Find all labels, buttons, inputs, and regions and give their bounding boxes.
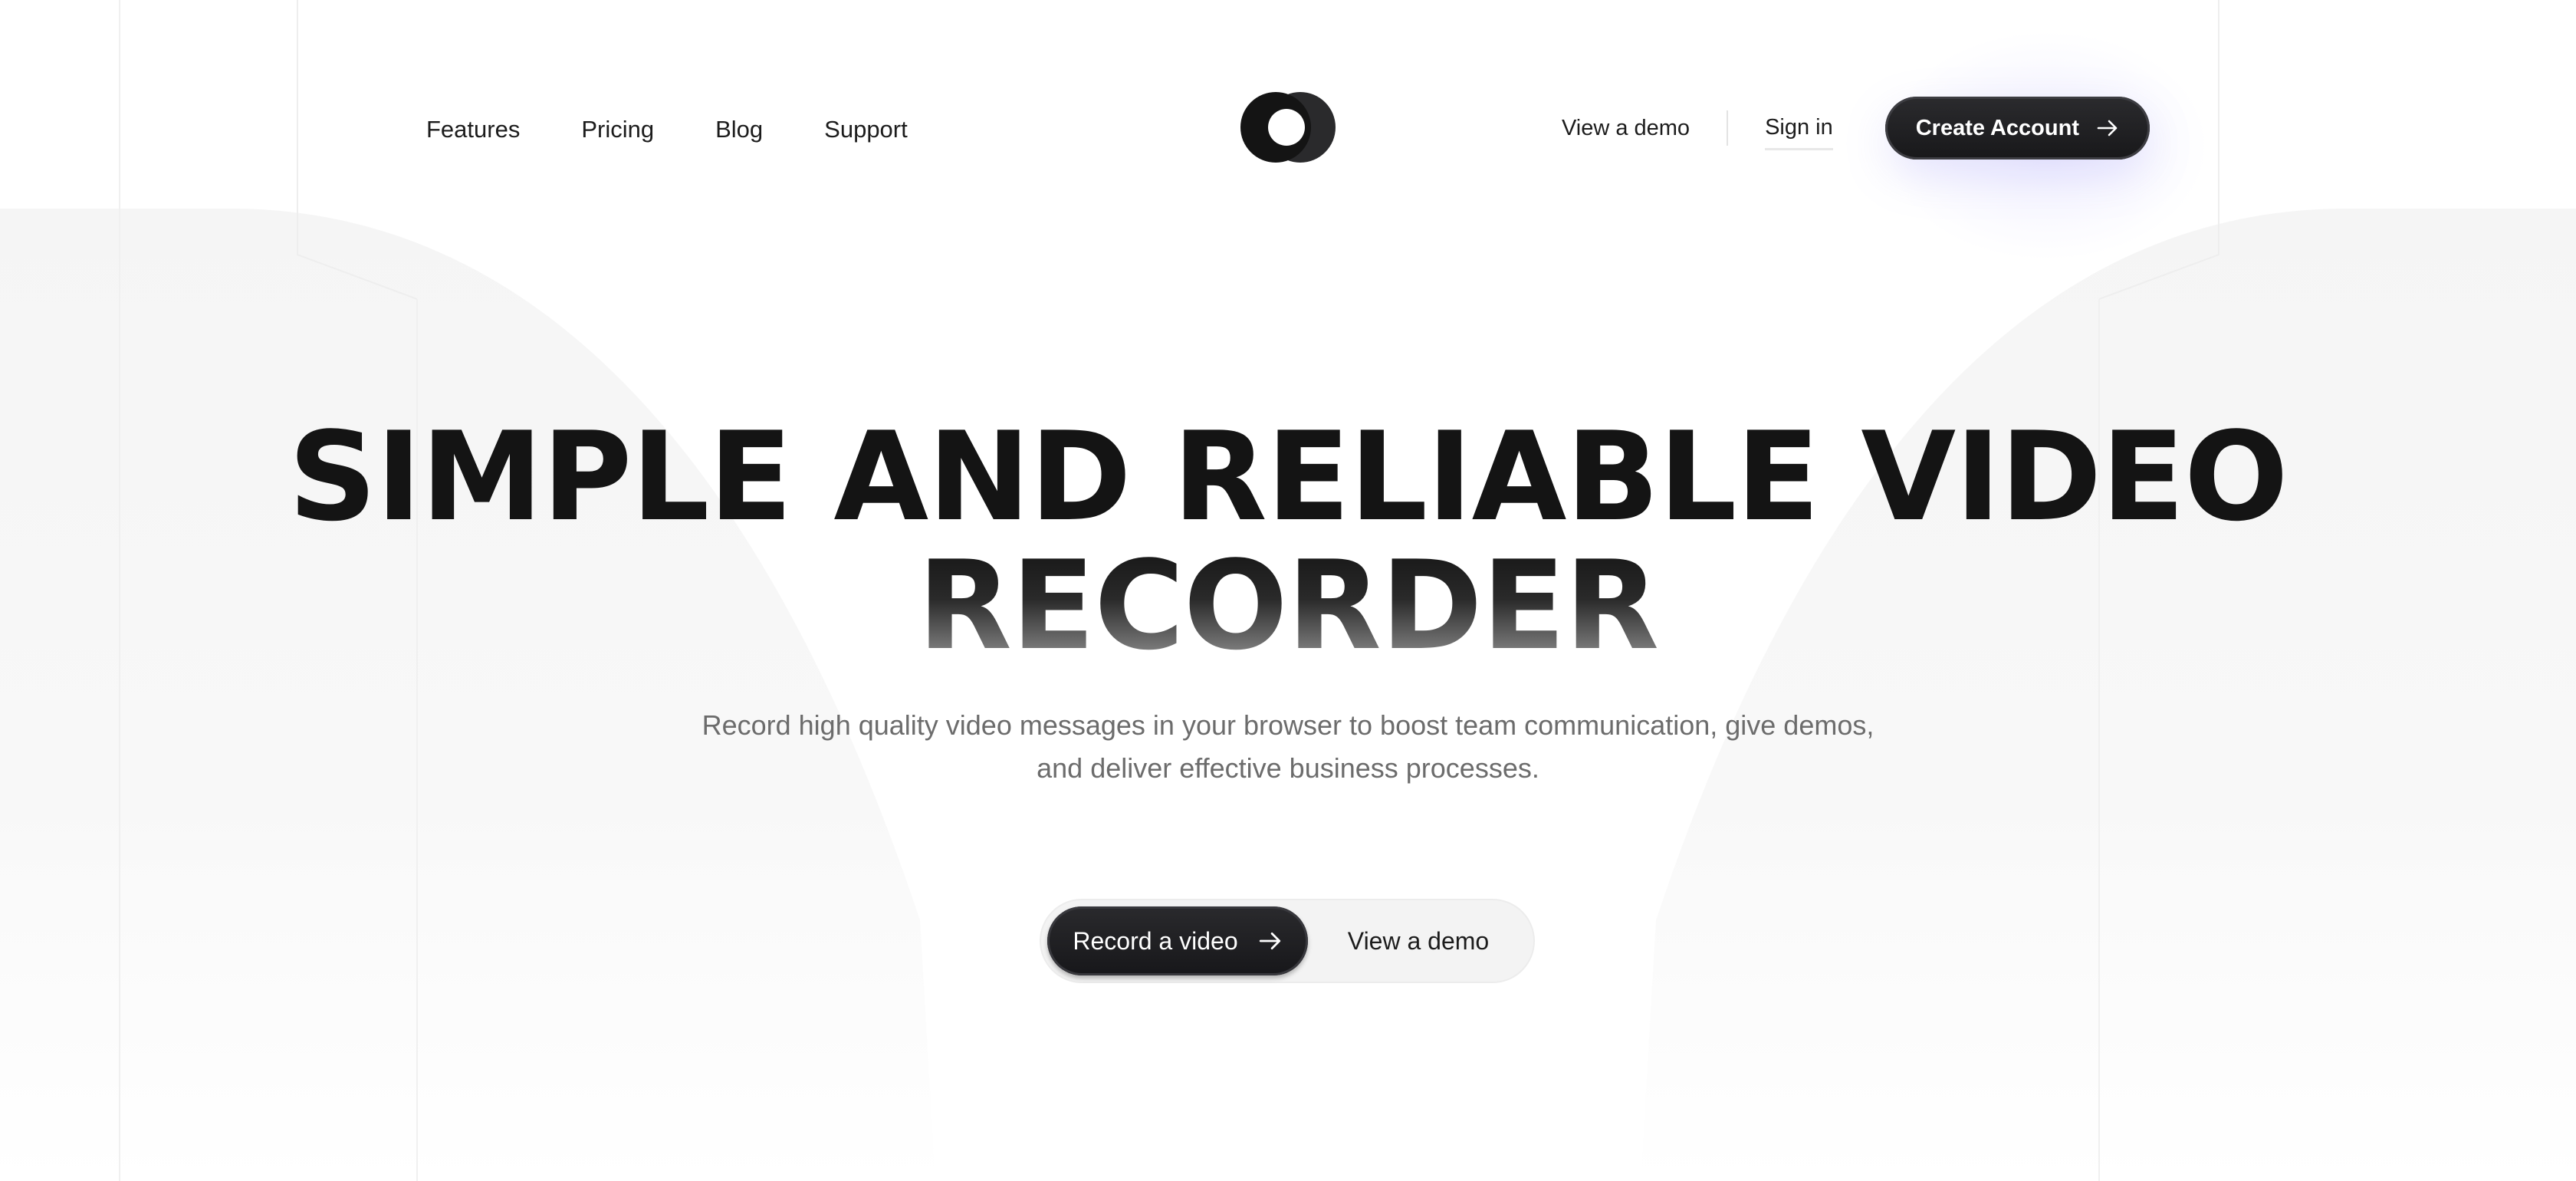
hero-title: SIMPLE AND RELIABLE VIDEO [288, 405, 2288, 548]
nav-link-blog[interactable]: Blog [715, 112, 763, 147]
nav-link-support[interactable]: Support [824, 112, 908, 147]
nav-link-pricing[interactable]: Pricing [581, 112, 654, 147]
account-nav: View a demo Sign in Create Account [1562, 97, 2150, 160]
nav-divider [1727, 110, 1729, 146]
logo[interactable] [1240, 92, 1336, 163]
create-account-button[interactable]: Create Account [1884, 97, 2150, 160]
record-video-button[interactable]: Record a video [1047, 906, 1308, 975]
view-demo-button[interactable]: View a demo [1308, 927, 1533, 956]
main-nav: Features Pricing Blog Support [426, 112, 908, 147]
cta-group: Record a video View a demo [1040, 899, 1535, 983]
hero-title-line2: RECORDER [0, 541, 2576, 670]
arrow-right-icon [1258, 929, 1283, 953]
hero-subtitle-line1: Record high quality video messages in yo… [702, 709, 1875, 741]
create-account-label: Create Account [1915, 115, 2079, 140]
view-demo-link[interactable]: View a demo [1562, 116, 1690, 141]
hero-subtitle: Record high quality video messages in yo… [0, 704, 2576, 790]
hero-subtitle-line2: and deliver effective business processes… [1037, 752, 1539, 784]
landing-page: Features Pricing Blog Support View a dem… [0, 0, 2576, 1181]
record-video-label: Record a video [1073, 926, 1238, 955]
sign-in-link[interactable]: Sign in [1765, 115, 1833, 150]
two-overlapping-circles-logo-icon [1240, 92, 1336, 163]
nav-link-features[interactable]: Features [426, 112, 520, 147]
arrow-right-icon [2096, 117, 2119, 140]
